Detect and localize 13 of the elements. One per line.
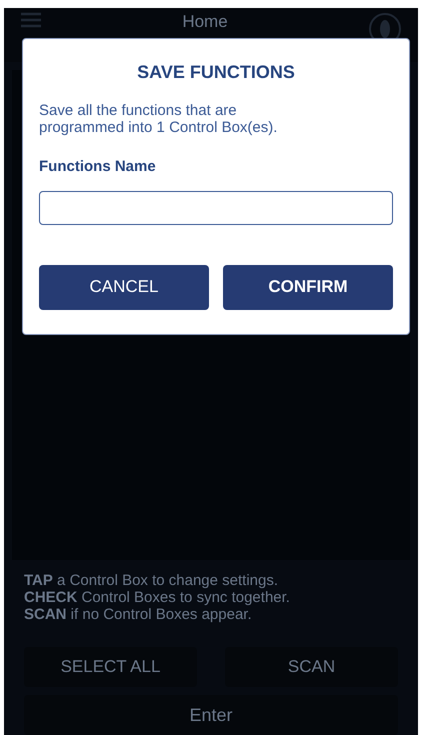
instruction-text: CHECK Control Boxes to sync together. [24, 589, 291, 606]
dialog-title: SAVE FUNCTIONS [136, 61, 296, 84]
instruction-text: SCAN if no Control Boxes appear. [24, 606, 253, 624]
action-button[interactable]: SCAN [225, 647, 398, 688]
dialog-message: Save all the functions that are programmed into 1 Control Box(es). [39, 102, 278, 136]
action-button[interactable]: SELECT ALL [24, 647, 197, 688]
dialog-button[interactable]: CANCEL [39, 264, 209, 310]
functions-name-field[interactable] [39, 190, 393, 224]
page-title: Home [182, 12, 228, 31]
instruction-text: TAP a Control Box to change settings. [24, 572, 280, 590]
field-label: Functions Name [39, 157, 157, 177]
dialog-button[interactable]: CONFIRM [223, 264, 393, 310]
enter-button[interactable]: Enter [24, 695, 398, 735]
